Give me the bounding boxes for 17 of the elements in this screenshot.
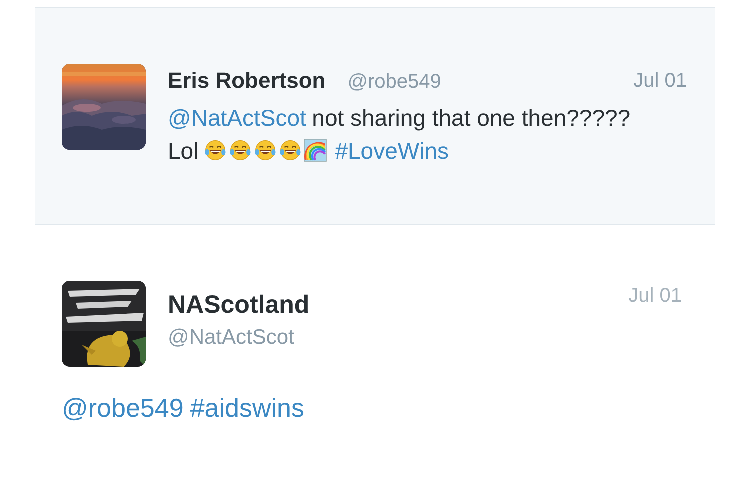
rainbow-icon <box>304 139 328 162</box>
laughing-face-icon <box>279 139 302 162</box>
tweet-text: not sharing that one then????? <box>312 105 631 131</box>
user-handle[interactable]: @robe549 <box>348 71 442 94</box>
tweet-date: Jul 01 <box>628 285 682 308</box>
laughing-face-icon <box>204 139 228 162</box>
user-name[interactable]: Eris Robertson <box>168 68 326 94</box>
user-handle[interactable]: @NatActScot <box>168 326 310 350</box>
user-name[interactable]: NAScotland <box>168 291 310 320</box>
laughing-face-icon <box>254 139 278 162</box>
mention-link[interactable]: @robe549 <box>62 393 184 423</box>
tweet-text: Lol <box>168 138 199 164</box>
mention-link[interactable]: @NatActScot <box>168 105 306 131</box>
tweet-date: Jul 01 <box>634 70 687 93</box>
hashtag-link[interactable]: #LoveWins <box>335 138 449 164</box>
laughing-face-icon <box>229 139 252 162</box>
hashtag-link[interactable]: #aidswins <box>190 393 304 423</box>
